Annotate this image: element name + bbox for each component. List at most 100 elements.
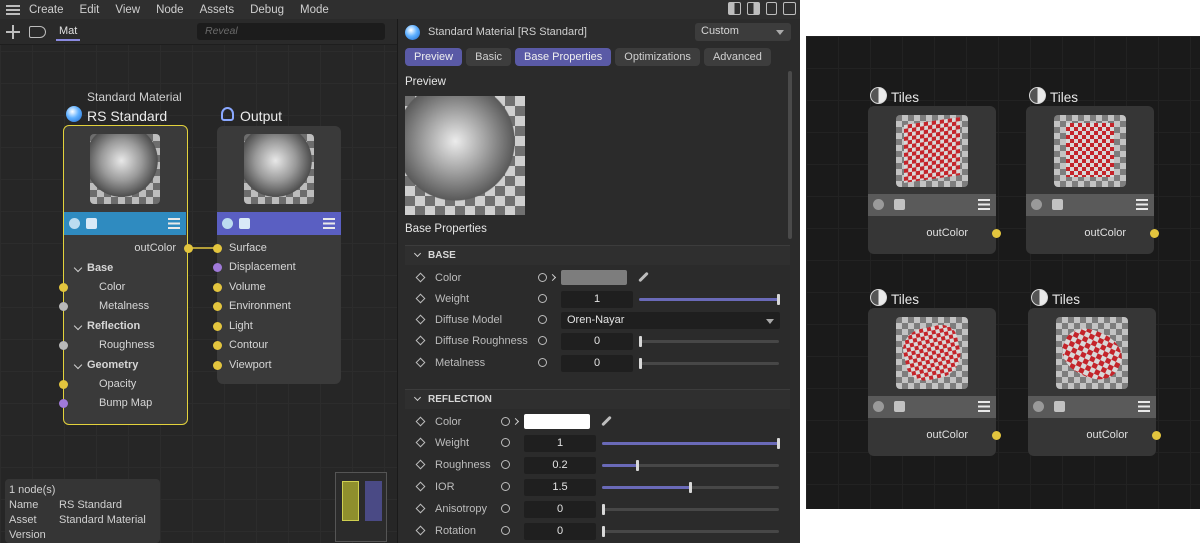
image-icon[interactable]: [894, 199, 905, 210]
animate-icon[interactable]: [501, 526, 510, 535]
keyframe-icon[interactable]: [415, 525, 426, 536]
color-swatch[interactable]: [524, 414, 590, 429]
chevron-down-icon[interactable]: [413, 249, 422, 258]
ior-slider[interactable]: [602, 482, 779, 493]
material-node-title[interactable]: RS Standard: [87, 108, 167, 124]
redshift-icon[interactable]: [873, 401, 884, 412]
port-dot-opacity[interactable]: [59, 380, 68, 389]
menu-debug[interactable]: Debug: [250, 4, 284, 16]
node-menu-icon[interactable]: [168, 218, 180, 229]
material-preview-image[interactable]: [405, 96, 525, 215]
group-base[interactable]: Base: [87, 262, 113, 274]
tiles-node-title[interactable]: Tiles: [891, 292, 919, 307]
anisotropy-input[interactable]: 0: [524, 501, 596, 518]
node-menu-icon[interactable]: [978, 199, 990, 210]
ior-input[interactable]: 1.5: [524, 479, 596, 496]
keyframe-icon[interactable]: [415, 314, 426, 325]
redshift-icon[interactable]: [1031, 199, 1042, 210]
tiles-node[interactable]: outColor: [1028, 308, 1161, 456]
port-dot-environment[interactable]: [213, 302, 222, 311]
image-icon[interactable]: [894, 401, 905, 412]
animate-icon[interactable]: [501, 417, 510, 426]
output-node[interactable]: Surface Displacement Volume Environment …: [217, 126, 341, 384]
reflection-weight-input[interactable]: 1: [524, 435, 596, 452]
eyedropper-icon[interactable]: [600, 415, 612, 427]
animate-icon[interactable]: [538, 315, 547, 324]
tiles-node[interactable]: outColor: [868, 308, 1001, 456]
mode-dropdown[interactable]: Custom: [695, 23, 791, 41]
redshift-icon[interactable]: [222, 218, 233, 229]
tiles-node[interactable]: outColor: [1026, 106, 1159, 254]
animate-icon[interactable]: [538, 273, 547, 282]
open-external-icon[interactable]: [783, 2, 796, 15]
tab-basic[interactable]: Basic: [466, 48, 512, 66]
reflection-roughness-slider[interactable]: [602, 460, 779, 471]
tiles-node-title[interactable]: Tiles: [1050, 90, 1078, 105]
node-menu-icon[interactable]: [323, 218, 335, 229]
chevron-down-icon[interactable]: [73, 321, 83, 331]
port-dot-volume[interactable]: [213, 283, 222, 292]
node-menu-icon[interactable]: [1138, 401, 1150, 412]
image-icon[interactable]: [1052, 199, 1063, 210]
redshift-icon[interactable]: [1033, 401, 1044, 412]
port-dot-roughness[interactable]: [59, 341, 68, 350]
layout-left-icon[interactable]: [728, 2, 741, 15]
group-base-header[interactable]: BASE: [405, 245, 790, 265]
color-swatch[interactable]: [561, 270, 627, 285]
output-node-title[interactable]: Output: [240, 108, 282, 124]
port-dot-displacement[interactable]: [213, 263, 222, 272]
tiles-node[interactable]: outColor: [868, 106, 1001, 254]
metalness-input[interactable]: 0: [561, 355, 633, 372]
image-icon[interactable]: [239, 218, 250, 229]
port-dot-light[interactable]: [213, 322, 222, 331]
keyframe-icon[interactable]: [415, 272, 426, 283]
port-dot-color[interactable]: [59, 283, 68, 292]
redshift-icon[interactable]: [69, 218, 80, 229]
port-dot-outcolor[interactable]: [1152, 431, 1161, 440]
menu-mode[interactable]: Mode: [300, 4, 329, 16]
keyframe-icon[interactable]: [415, 293, 426, 304]
image-icon[interactable]: [1054, 401, 1065, 412]
tab-base-properties[interactable]: Base Properties: [515, 48, 612, 66]
reflection-roughness-input[interactable]: 0.2: [524, 457, 596, 474]
animate-icon[interactable]: [538, 294, 547, 303]
port-dot-bump-map[interactable]: [59, 399, 68, 408]
diffuse-roughness-slider[interactable]: [639, 336, 779, 347]
keyframe-icon[interactable]: [415, 459, 426, 470]
animate-icon[interactable]: [501, 438, 510, 447]
expand-arrow-icon[interactable]: [548, 273, 557, 282]
attributes-scrollbar[interactable]: [788, 71, 792, 239]
group-reflection-header[interactable]: REFLECTION: [405, 389, 790, 409]
redshift-icon[interactable]: [873, 199, 884, 210]
port-dot-viewport[interactable]: [213, 361, 222, 370]
port-dot-outcolor[interactable]: [992, 229, 1001, 238]
menu-create[interactable]: Create: [29, 4, 64, 16]
tab-advanced[interactable]: Advanced: [703, 48, 771, 66]
port-dot-outcolor[interactable]: [184, 244, 193, 253]
node-editor-canvas[interactable]: Mat Reveal Standard Material RS Standard…: [0, 19, 397, 543]
metalness-slider[interactable]: [639, 358, 779, 369]
eyedropper-icon[interactable]: [637, 271, 649, 283]
port-dot-surface[interactable]: [213, 244, 222, 253]
tiles-node-title[interactable]: Tiles: [891, 90, 919, 105]
group-reflection[interactable]: Reflection: [87, 320, 140, 332]
port-dot-metalness[interactable]: [59, 302, 68, 311]
keyframe-icon[interactable]: [415, 335, 426, 346]
keyframe-icon[interactable]: [415, 437, 426, 448]
menu-edit[interactable]: Edit: [80, 4, 100, 16]
group-geometry[interactable]: Geometry: [87, 359, 138, 371]
animate-icon[interactable]: [501, 460, 510, 469]
weight-slider[interactable]: [639, 294, 780, 305]
image-icon[interactable]: [86, 218, 97, 229]
diffuse-model-dropdown[interactable]: Oren-Nayar: [561, 312, 780, 329]
material-node[interactable]: outColor Base Color Metalness Reflection…: [63, 125, 188, 425]
expand-arrow-icon[interactable]: [511, 417, 520, 426]
keyframe-icon[interactable]: [415, 416, 426, 427]
node-minimap[interactable]: [335, 472, 387, 542]
chevron-down-icon[interactable]: [73, 360, 83, 370]
keyframe-icon[interactable]: [415, 357, 426, 368]
node-menu-icon[interactable]: [1136, 199, 1148, 210]
tiles-node-title[interactable]: Tiles: [1052, 292, 1080, 307]
animate-icon[interactable]: [538, 358, 547, 367]
keyframe-icon[interactable]: [415, 481, 426, 492]
